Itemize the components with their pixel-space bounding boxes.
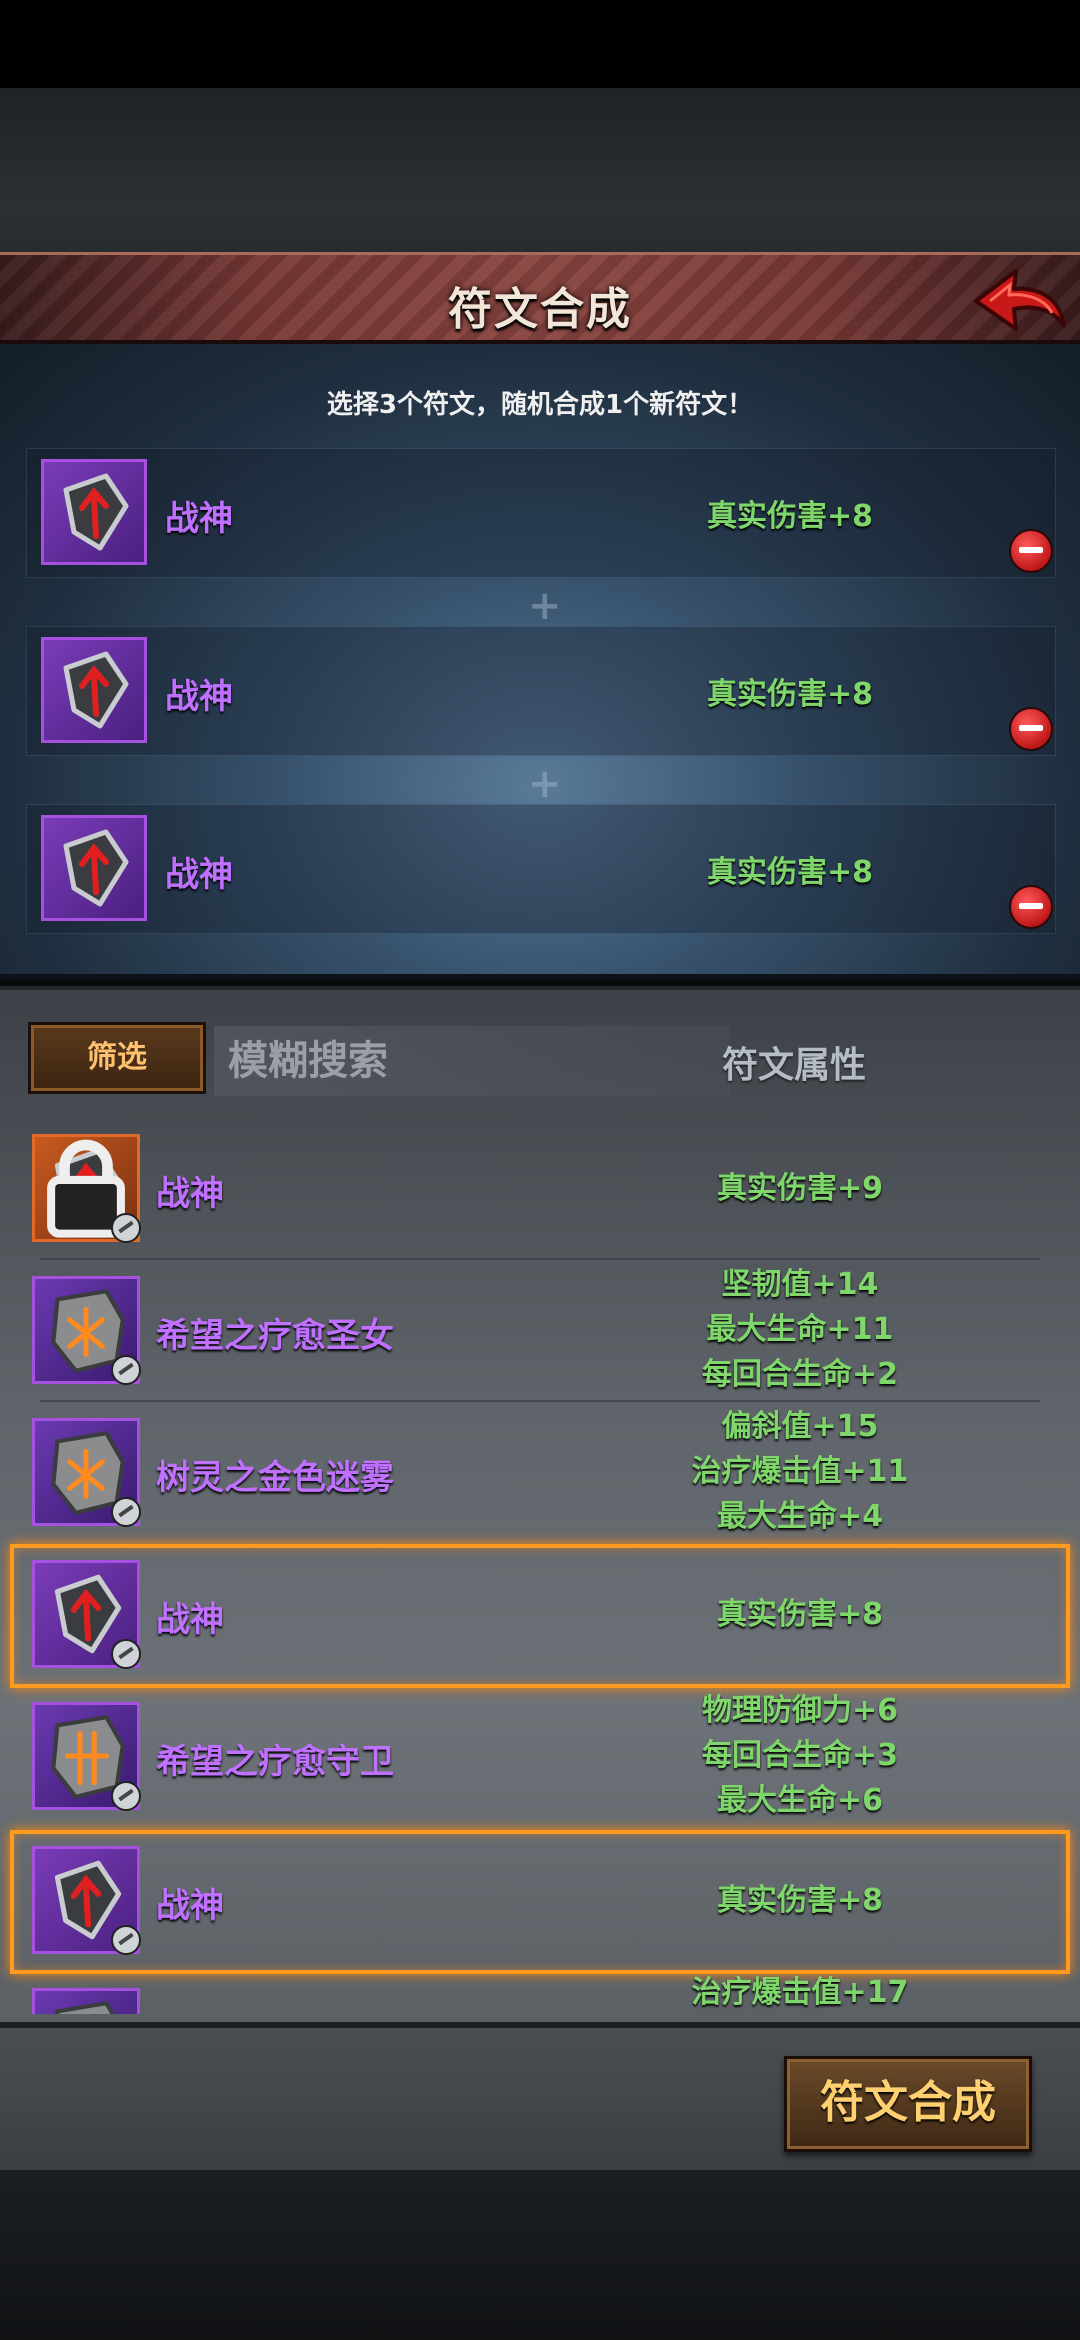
rune-attrs: 坚韧值+14 最大生命+11 每回合生命+2 — [620, 1262, 980, 1397]
rune-attr: 真实伤害+8 — [716, 1597, 883, 1632]
remove-rune-button[interactable] — [1009, 529, 1053, 573]
rune-list-item[interactable]: 战神 真实伤害+8 — [10, 1830, 1070, 1974]
rune-attrs: 真实伤害+8 — [620, 1878, 980, 1923]
rune-name: 希望之疗愈守卫 — [156, 1742, 394, 1782]
rune-name: 战神 — [165, 499, 233, 539]
rune-attr: 真实伤害+8 — [707, 499, 874, 534]
rune-name: 战神 — [165, 855, 233, 895]
golden-mist-rune-icon — [32, 1418, 141, 1527]
rune-list-item[interactable]: 树灵之金色迷雾 偏斜值+15 治疗爆击值+11 最大生命+4 — [20, 1404, 1060, 1544]
selected-slot-2[interactable]: 战神 真实伤害+8 — [26, 626, 1056, 756]
healing-saint-rune-icon — [32, 1276, 141, 1385]
rune-attr: 每回合生命+3 — [701, 1738, 898, 1773]
rune-list-item[interactable]: 希望之疗愈守卫 物理防御力+6 每回合生命+3 最大生命+6 — [20, 1688, 1060, 1828]
plus-icon: + — [528, 583, 562, 629]
row-divider — [40, 1258, 1040, 1260]
rune-badge-icon — [111, 1781, 141, 1811]
war-god-rune-icon — [41, 815, 147, 921]
rune-attrs: 真实伤害+9 — [620, 1166, 980, 1211]
rune-list-panel: 筛选 符文属性 战神 真实伤害+9 希望之疗愈圣女 坚韧值+14 最大生命+11… — [0, 986, 1080, 2024]
bottom-background — [0, 2170, 1080, 2340]
page-title: 符文合成 — [448, 284, 632, 335]
war-god-rune-icon — [41, 637, 147, 743]
rune-list-item[interactable]: 治疗爆击值+17 — [20, 1974, 1060, 2014]
rune-icon — [32, 1988, 140, 2014]
rune-attr: 最大生命+4 — [716, 1499, 883, 1534]
rune-attrs: 物理防御力+6 每回合生命+3 最大生命+6 — [620, 1688, 980, 1823]
rune-name: 树灵之金色迷雾 — [156, 1458, 394, 1498]
war-god-rune-icon — [32, 1846, 141, 1955]
rune-list-item[interactable]: 战神 真实伤害+9 — [20, 1120, 1060, 1260]
rune-name: 战神 — [156, 1886, 224, 1926]
healing-guard-rune-icon — [32, 1702, 141, 1811]
rune-badge-icon — [111, 1213, 141, 1243]
rune-attr: 治疗爆击值+17 — [691, 1975, 909, 2010]
rune-name: 战神 — [156, 1174, 224, 1214]
upper-background — [0, 88, 1080, 258]
war-god-rune-icon — [32, 1134, 141, 1243]
back-button[interactable] — [968, 263, 1068, 343]
instruction-text: 选择3个符文，随机合成1个新符文！ — [326, 390, 754, 420]
list-clip: 治疗爆击值+17 — [0, 1974, 1080, 2014]
row-divider — [40, 1400, 1040, 1402]
plus-icon: + — [528, 761, 562, 807]
rune-name: 希望之疗愈圣女 — [156, 1316, 394, 1356]
rune-badge-icon — [111, 1497, 141, 1527]
back-arrow-icon — [974, 269, 1066, 331]
filter-bar: 筛选 符文属性 — [28, 1022, 1078, 1100]
remove-rune-button[interactable] — [1009, 885, 1053, 929]
rune-attrs: 偏斜值+15 治疗爆击值+11 最大生命+4 — [620, 1404, 980, 1539]
rune-attr: 坚韧值+14 — [721, 1267, 879, 1302]
selected-slot-3[interactable]: 战神 真实伤害+8 — [26, 804, 1056, 934]
rune-list-item[interactable]: 希望之疗愈圣女 坚韧值+14 最大生命+11 每回合生命+2 — [20, 1262, 1060, 1402]
rune-attr: 最大生命+6 — [716, 1783, 883, 1818]
remove-rune-button[interactable] — [1009, 707, 1053, 751]
filter-button[interactable]: 筛选 — [28, 1022, 206, 1094]
selected-runes-panel: 选择3个符文，随机合成1个新符文！ 战神 真实伤害+8 + 战神 真实伤害+8 … — [0, 344, 1080, 980]
rune-attr: 最大生命+11 — [706, 1312, 894, 1347]
rune-attr: 每回合生命+2 — [701, 1357, 898, 1392]
search-input[interactable] — [214, 1026, 730, 1096]
rune-attr: 治疗爆击值+11 — [691, 1454, 909, 1489]
rune-badge-icon — [111, 1355, 141, 1385]
rune-attr: 偏斜值+15 — [721, 1409, 879, 1444]
rune-attr: 真实伤害+8 — [707, 855, 874, 890]
rune-list-item[interactable]: 战神 真实伤害+8 — [10, 1544, 1070, 1688]
rune-name: 战神 — [165, 677, 233, 717]
title-bar: 符文合成 — [0, 252, 1080, 344]
rune-attrs: 真实伤害+8 — [620, 1592, 980, 1637]
war-god-rune-icon — [41, 459, 147, 565]
rune-name: 战神 — [156, 1600, 224, 1640]
rune-attr: 真实伤害+9 — [716, 1171, 883, 1206]
war-god-rune-icon — [32, 1560, 141, 1669]
rune-badge-icon — [111, 1925, 141, 1955]
rune-badge-icon — [111, 1639, 141, 1669]
compose-rune-button[interactable]: 符文合成 — [784, 2056, 1032, 2152]
attr-column-header: 符文属性 — [722, 1045, 867, 1086]
rune-attr: 真实伤害+8 — [716, 1883, 883, 1918]
rune-attr: 物理防御力+6 — [701, 1693, 898, 1728]
bottom-bar: 符文合成 — [0, 2022, 1080, 2176]
status-bar-area — [0, 0, 1080, 88]
selected-slot-1[interactable]: 战神 真实伤害+8 — [26, 448, 1056, 578]
rune-attrs: 治疗爆击值+17 — [620, 1974, 980, 2014]
rune-attr: 真实伤害+8 — [707, 677, 874, 712]
